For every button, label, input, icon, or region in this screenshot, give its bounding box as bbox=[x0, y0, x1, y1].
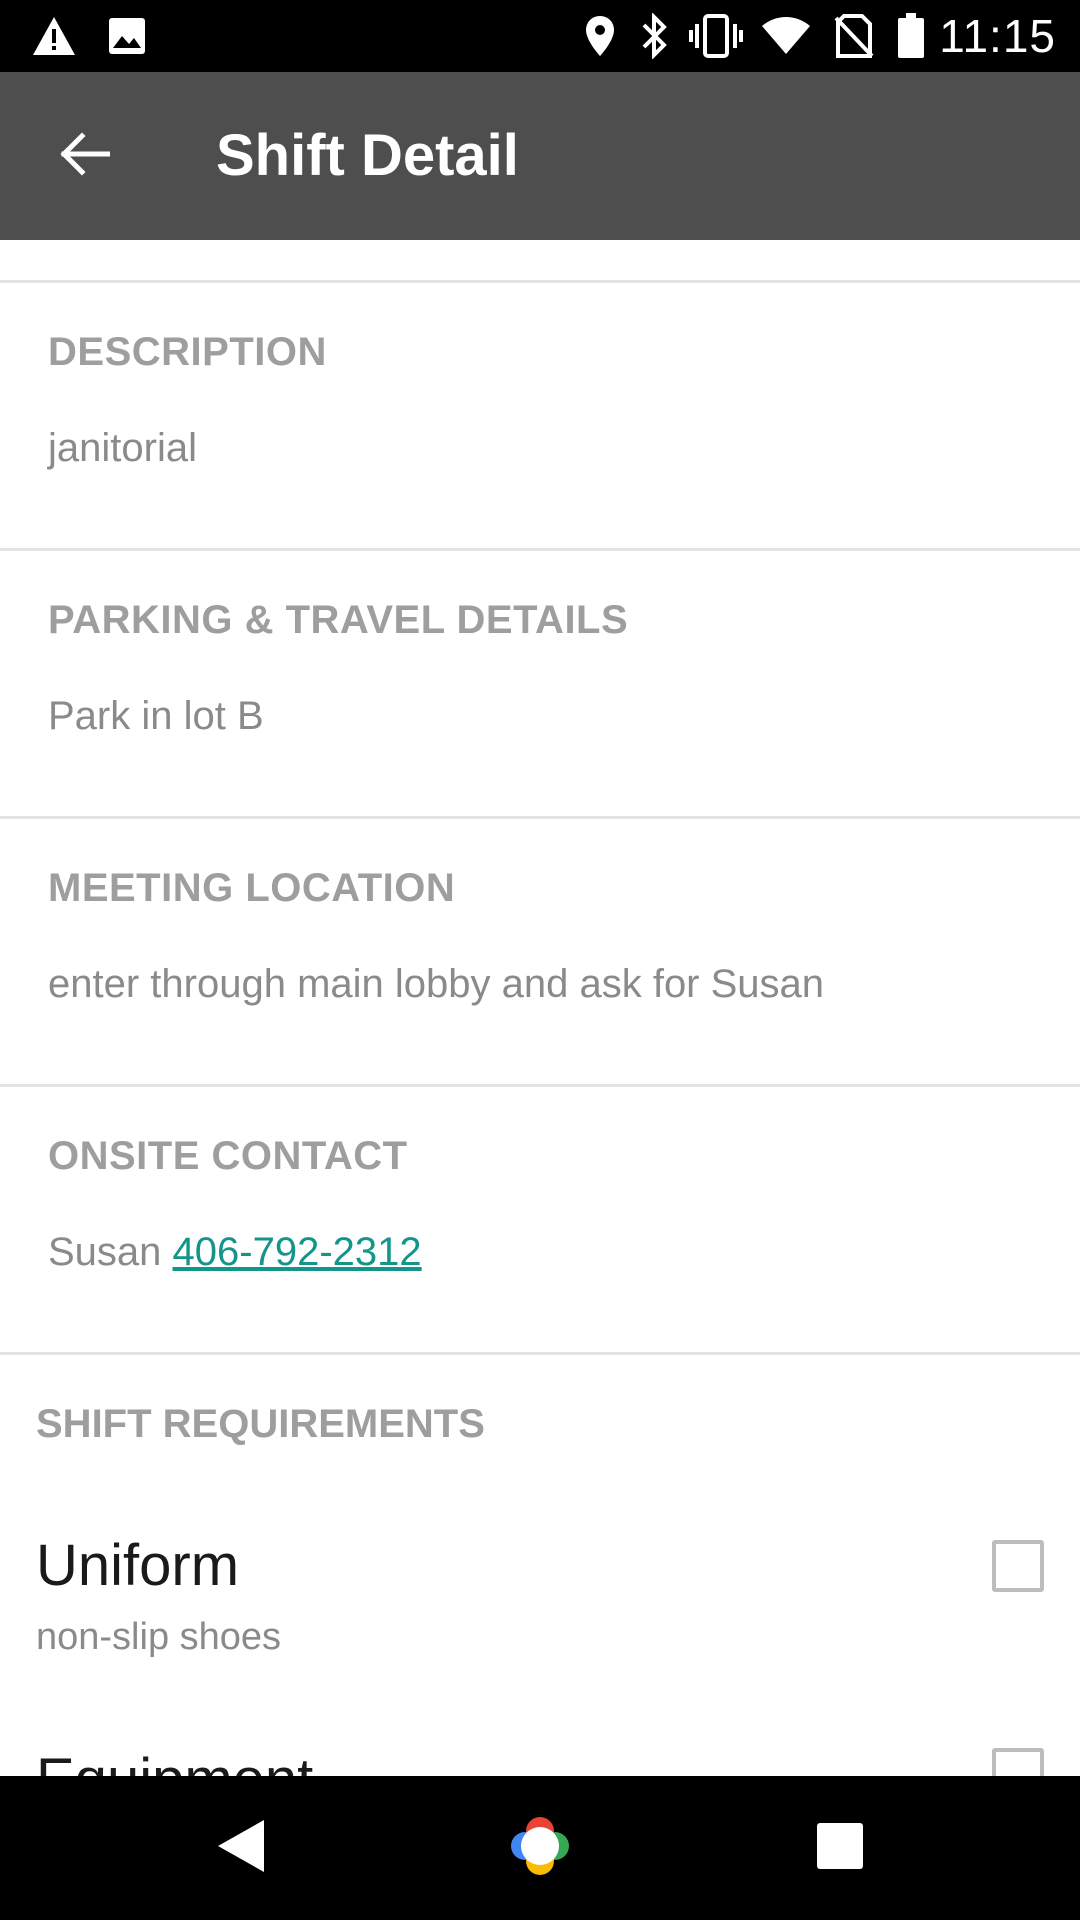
nav-recents-icon bbox=[815, 1821, 865, 1876]
meeting-location-label: MEETING LOCATION bbox=[48, 866, 456, 910]
shift-detail-content[interactable]: DESCRIPTION janitorial PARKING & TRAVEL … bbox=[0, 240, 1080, 1776]
description-value: janitorial bbox=[48, 426, 197, 470]
battery-icon bbox=[894, 12, 928, 60]
equipment-checkbox[interactable] bbox=[992, 1748, 1044, 1776]
location-icon bbox=[580, 12, 620, 60]
shift-requirements-header: SHIFT REQUIREMENTS bbox=[36, 1402, 485, 1446]
meeting-location-value: enter through main lobby and ask for Sus… bbox=[48, 962, 825, 1006]
status-time: 11:15 bbox=[939, 10, 1056, 62]
divider bbox=[0, 816, 1080, 819]
arrow-back-icon bbox=[58, 131, 111, 181]
divider bbox=[0, 280, 1080, 283]
divider bbox=[0, 1084, 1080, 1087]
page-title: Shift Detail bbox=[216, 123, 519, 188]
nav-home-icon bbox=[505, 1811, 575, 1886]
nav-back-button[interactable] bbox=[190, 1798, 290, 1898]
warning-icon bbox=[28, 12, 80, 60]
back-button[interactable] bbox=[36, 108, 132, 204]
image-icon bbox=[104, 12, 150, 60]
contact-phone-link[interactable]: 406-792-2312 bbox=[173, 1230, 422, 1274]
navigation-bar bbox=[0, 1776, 1080, 1920]
status-bar: 11:15 bbox=[0, 0, 1080, 72]
parking-label: PARKING & TRAVEL DETAILS bbox=[48, 598, 629, 642]
vibrate-icon bbox=[686, 12, 746, 60]
divider bbox=[0, 1352, 1080, 1355]
requirement-title: Uniform bbox=[36, 1533, 240, 1598]
description-label: DESCRIPTION bbox=[48, 330, 327, 374]
nav-home-button[interactable] bbox=[490, 1798, 590, 1898]
divider bbox=[0, 548, 1080, 551]
wifi-icon bbox=[760, 12, 812, 60]
parking-value: Park in lot B bbox=[48, 694, 264, 738]
app-bar: Shift Detail bbox=[0, 72, 1080, 240]
uniform-checkbox[interactable] bbox=[992, 1540, 1044, 1592]
nav-recents-button[interactable] bbox=[790, 1798, 890, 1898]
nav-back-icon bbox=[212, 1816, 268, 1881]
bluetooth-icon bbox=[636, 12, 672, 60]
no-sim-icon bbox=[832, 12, 876, 60]
contact-name: Susan bbox=[48, 1230, 162, 1274]
onsite-contact-value: Susan 406-792-2312 bbox=[48, 1228, 422, 1276]
requirement-subtitle: non-slip shoes bbox=[36, 1616, 282, 1658]
requirement-title: Equipment bbox=[36, 1748, 313, 1777]
onsite-contact-label: ONSITE CONTACT bbox=[48, 1134, 408, 1178]
